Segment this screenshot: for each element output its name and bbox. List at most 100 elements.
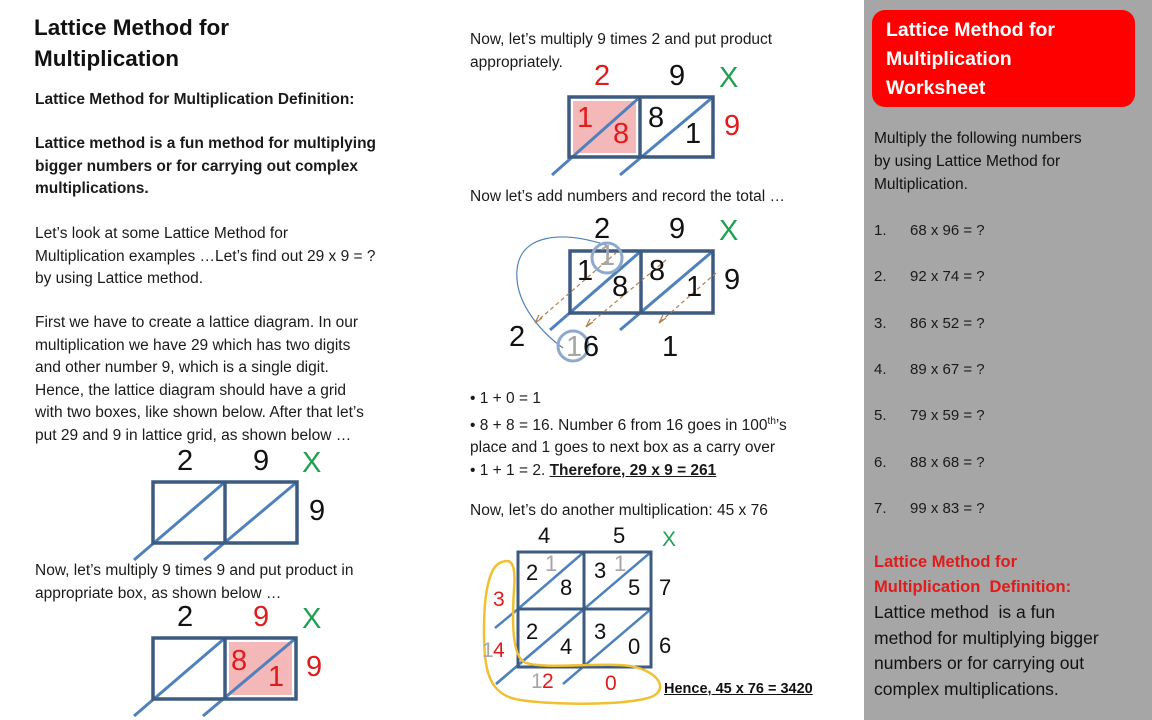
final-answer: Hence, 45 x 76 = 3420 <box>664 681 813 697</box>
text-line: bigger numbers or for carrying out compl… <box>35 157 358 175</box>
step3-paragraph: Now, let’s multiply 9 times 2 and put pr… <box>470 29 850 74</box>
side-digit: 6 <box>659 633 672 658</box>
text-line: by using Lattice method. <box>35 270 204 287</box>
result-digit: 2 <box>542 670 554 693</box>
text-line: numbers or for carrying out <box>874 653 1085 673</box>
times-symbol: X <box>662 528 677 551</box>
problem-number: 6. <box>874 454 887 471</box>
worksheet-instructions: Multiply the following numbers by using … <box>874 127 1146 196</box>
cell-ones: 1 <box>686 271 703 303</box>
bullet-item: • 1 + 1 = 2. Therefore, 29 x 9 = 261 <box>470 460 860 483</box>
problem-number: 7. <box>874 500 887 517</box>
step2-paragraph: Now, let’s multiply 9 times 9 and put pr… <box>35 560 435 605</box>
result-digit: 6 <box>583 331 600 363</box>
problem-item: 3. 86 x 52 = ? <box>874 314 985 334</box>
top-digit: 9 <box>669 60 686 92</box>
problem-text: 89 x 67 = ? <box>910 361 985 378</box>
cell-ones: 5 <box>628 575 641 600</box>
cell-ones: 1 <box>268 661 285 693</box>
definition-body: Lattice method is a fun method for multi… <box>35 133 435 201</box>
text-line: with two boxes, like shown below. After … <box>35 404 364 421</box>
top-digit: 4 <box>538 523 551 548</box>
problem-number: 4. <box>874 361 887 378</box>
text-line: multiplications. <box>35 180 149 197</box>
lattice-grid <box>482 550 662 705</box>
problem-text: 92 x 74 = ? <box>910 268 985 285</box>
bullet-text: 1 + 1 = 2. <box>479 461 550 479</box>
text-line: Let’s look at some Lattice Method for <box>35 225 289 242</box>
problem-text: 86 x 52 = ? <box>910 315 985 332</box>
result-digit: 0 <box>605 672 617 695</box>
cell-ones: 8 <box>612 271 629 303</box>
title-line: Lattice Method for <box>34 15 229 40</box>
title-line: Multiplication <box>34 46 179 71</box>
cell-tens: 8 <box>649 255 666 287</box>
cell-tens: 2 <box>526 619 539 644</box>
times-symbol: X <box>719 215 739 247</box>
text-line: Lattice method is a fun <box>874 602 1055 622</box>
problem-number: 1. <box>874 222 887 239</box>
side-digit: 9 <box>724 264 741 296</box>
top-digit: 2 <box>177 601 194 633</box>
text-line: by using Lattice Method for <box>874 153 1061 170</box>
bullet-text: place and 1 goes to next box as a carry … <box>470 439 776 457</box>
cell-tens: 3 <box>594 558 607 583</box>
text-line: Multiplication Definition: <box>874 578 1072 596</box>
problem-number: 5. <box>874 407 887 424</box>
side-digit: 7 <box>659 575 672 600</box>
page-title: Lattice Method for Multiplication <box>34 12 229 74</box>
bullet-icon: • <box>470 461 476 479</box>
text-line: appropriate box, as shown below … <box>35 584 282 602</box>
text-line: method for multiplying bigger <box>874 627 1099 648</box>
text-line: Hence, the lattice diagram should have a… <box>35 381 347 399</box>
side-digit: 9 <box>306 651 323 683</box>
result-carry-digit: 1 <box>566 331 583 363</box>
top-digit: 9 <box>253 445 270 477</box>
problem-text: 99 x 83 = ? <box>910 500 985 517</box>
text-line: First we have to create a lattice diagra… <box>35 314 359 331</box>
top-digit: 9 <box>253 601 270 633</box>
side-digit: 9 <box>724 110 741 142</box>
text-line: appropriately. <box>470 53 563 71</box>
cell-ones: 0 <box>628 634 641 659</box>
bullet-icon: • <box>470 390 476 407</box>
text-line: Multiply the following numbers <box>874 130 1082 147</box>
heading-line: Lattice Method for <box>886 19 1055 41</box>
text-line: Now, let’s multiply 9 times 9 and put pr… <box>35 562 354 579</box>
heading-line: Worksheet <box>886 77 986 99</box>
problem-item: 6. 88 x 68 = ? <box>874 453 985 473</box>
bullet-item: • 8 + 8 = 16. Number 6 from 16 goes in 1… <box>470 411 860 438</box>
heading-line: Multiplication <box>886 48 1012 70</box>
arrow-head <box>585 318 594 328</box>
result-digit: 2 <box>509 321 526 353</box>
result-digit: 1 <box>662 331 679 363</box>
problem-text: 68 x 96 = ? <box>910 222 985 239</box>
cell-tens: 8 <box>231 645 248 677</box>
top-digit: 2 <box>594 60 611 92</box>
text-line: Lattice method is a fun method for multi… <box>35 135 377 152</box>
top-digit: 5 <box>613 523 626 548</box>
result-carry-digit: 1 <box>531 670 543 693</box>
text-line: and other number 9, which is a single di… <box>35 359 329 376</box>
problem-text: 88 x 68 = ? <box>910 454 985 471</box>
definition-heading: Lattice Method for Multiplication Defini… <box>35 91 355 108</box>
times-symbol: X <box>302 603 322 635</box>
carry-digit: 1 <box>545 551 558 576</box>
worksheet-heading: Lattice Method for Multiplication Worksh… <box>872 10 1135 107</box>
cell-tens: 8 <box>648 102 665 134</box>
top-digit: 9 <box>669 213 686 245</box>
problem-item: 5. 79 x 59 = ? <box>874 406 985 426</box>
answer-261: Therefore, 29 x 9 = 261 <box>549 461 717 479</box>
problem-number: 2. <box>874 268 887 285</box>
times-symbol: X <box>719 62 739 94</box>
carry-digit: 1 <box>614 551 627 576</box>
cell-tens: 3 <box>594 619 607 644</box>
text-line: Now, let’s multiply 9 times 2 and put pr… <box>470 31 773 48</box>
grid-diagonal <box>203 480 298 562</box>
cell-tens: 2 <box>526 560 539 585</box>
problem-item: 2. 92 x 74 = ? <box>874 267 985 287</box>
problem-item: 1. 68 x 96 = ? <box>874 221 985 241</box>
bullet-icon: • <box>470 416 476 434</box>
problem-item: 4. 89 x 67 = ? <box>874 360 985 380</box>
top-digit: 2 <box>177 445 194 477</box>
